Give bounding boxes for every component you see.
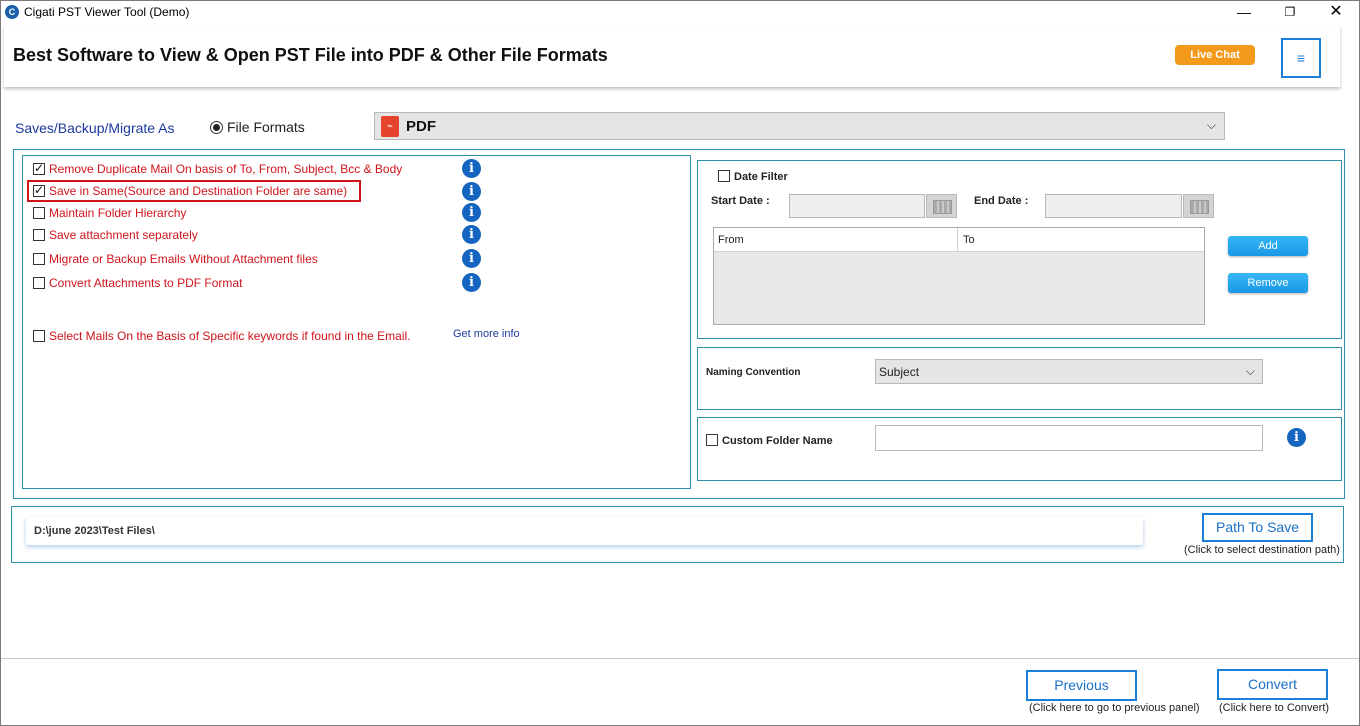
- info-icon[interactable]: i: [462, 273, 481, 292]
- header-banner: Best Software to View & Open PST File in…: [4, 25, 1340, 87]
- chevron-down-icon: ⌵: [1245, 364, 1255, 378]
- checkbox-without-attachment[interactable]: [33, 253, 45, 265]
- end-date-label: End Date :: [974, 195, 1029, 207]
- file-format-value: PDF: [406, 118, 436, 135]
- end-date-input[interactable]: [1045, 194, 1182, 218]
- option-label: Migrate or Backup Emails Without Attachm…: [49, 252, 318, 266]
- date-filter-toggle[interactable]: Date Filter: [718, 167, 788, 185]
- get-more-info-link[interactable]: Get more info: [453, 328, 520, 340]
- app-window: C Cigati PST Viewer Tool (Demo) — ❐ ✕ Be…: [0, 0, 1360, 726]
- calendar-icon[interactable]: [1183, 194, 1214, 218]
- info-icon[interactable]: i: [1287, 428, 1306, 447]
- start-date-label: Start Date :: [711, 195, 770, 207]
- menu-icon: ≡: [1296, 50, 1306, 66]
- add-button[interactable]: Add: [1228, 236, 1308, 256]
- path-to-save-button[interactable]: Path To Save: [1202, 513, 1313, 542]
- naming-convention-select[interactable]: Subject ⌵: [875, 359, 1263, 384]
- title-bar: C Cigati PST Viewer Tool (Demo) — ❐ ✕: [1, 1, 1359, 24]
- info-icon[interactable]: i: [462, 159, 481, 178]
- option-keywords[interactable]: Select Mails On the Basis of Specific ke…: [33, 329, 411, 343]
- highlight-box: [27, 180, 361, 202]
- pdf-file-icon: ⌁: [381, 116, 399, 137]
- hamburger-menu-button[interactable]: ≡: [1281, 38, 1321, 78]
- chevron-down-icon: ⌵: [1206, 118, 1216, 132]
- checkbox-maintain-hierarchy[interactable]: [33, 207, 45, 219]
- info-icon[interactable]: i: [462, 182, 481, 201]
- option-label: Remove Duplicate Mail On basis of To, Fr…: [49, 162, 403, 176]
- list-header: From To: [714, 228, 1204, 252]
- checkbox-save-attachment[interactable]: [33, 229, 45, 241]
- checkbox-keywords[interactable]: [33, 330, 45, 342]
- option-convert-attachments[interactable]: Convert Attachments to PDF Format: [33, 276, 242, 290]
- close-button[interactable]: ✕: [1313, 1, 1359, 24]
- option-label: Maintain Folder Hierarchy: [49, 206, 187, 220]
- destination-path-value: D:\june 2023\Test Files\: [34, 525, 155, 537]
- app-logo-icon: C: [5, 5, 19, 19]
- naming-convention-label: Naming Convention: [706, 367, 801, 378]
- convert-hint: (Click here to Convert): [1219, 702, 1330, 714]
- destination-path-field[interactable]: D:\june 2023\Test Files\: [26, 517, 1143, 545]
- checkbox-convert-attachments[interactable]: [33, 277, 45, 289]
- window-title: Cigati PST Viewer Tool (Demo): [24, 5, 190, 19]
- remove-button[interactable]: Remove: [1228, 273, 1308, 293]
- custom-folder-label: Custom Folder Name: [722, 435, 833, 447]
- previous-hint: (Click here to go to previous panel): [1029, 702, 1200, 714]
- checkbox-remove-duplicate[interactable]: [33, 161, 45, 175]
- checkbox-custom-folder[interactable]: [706, 434, 718, 446]
- file-formats-radio-label[interactable]: File Formats: [227, 119, 305, 135]
- option-without-attachment[interactable]: Migrate or Backup Emails Without Attachm…: [33, 252, 318, 266]
- start-date-input[interactable]: [789, 194, 925, 218]
- checkbox-date-filter[interactable]: [718, 170, 730, 182]
- maximize-button[interactable]: ❐: [1267, 1, 1313, 24]
- date-range-list[interactable]: From To: [713, 227, 1205, 325]
- option-label: Select Mails On the Basis of Specific ke…: [49, 329, 411, 343]
- info-icon[interactable]: i: [462, 203, 481, 222]
- option-label: Save attachment separately: [49, 228, 198, 242]
- date-filter-label: Date Filter: [734, 171, 788, 183]
- column-divider: [957, 228, 958, 252]
- option-save-attachment[interactable]: Save attachment separately: [33, 228, 198, 242]
- file-format-select[interactable]: ⌁ PDF ⌵: [374, 112, 1225, 140]
- option-maintain-hierarchy[interactable]: Maintain Folder Hierarchy: [33, 206, 186, 220]
- option-label: Convert Attachments to PDF Format: [49, 276, 243, 290]
- calendar-icon[interactable]: [926, 194, 957, 218]
- file-formats-radio[interactable]: [210, 121, 223, 134]
- previous-button[interactable]: Previous: [1026, 670, 1137, 701]
- path-hint: (Click to select destination path): [1184, 544, 1340, 556]
- minimize-button[interactable]: —: [1221, 1, 1267, 24]
- custom-folder-toggle[interactable]: Custom Folder Name: [706, 431, 833, 449]
- live-chat-button[interactable]: Live Chat: [1175, 45, 1255, 65]
- column-to: To: [963, 234, 975, 246]
- footer-divider: [1, 658, 1359, 659]
- naming-convention-value: Subject: [879, 365, 920, 379]
- option-remove-duplicate[interactable]: Remove Duplicate Mail On basis of To, Fr…: [33, 161, 403, 176]
- page-title: Best Software to View & Open PST File in…: [13, 45, 608, 65]
- info-icon[interactable]: i: [462, 249, 481, 268]
- column-from: From: [718, 234, 744, 246]
- info-icon[interactable]: i: [462, 225, 481, 244]
- convert-button[interactable]: Convert: [1217, 669, 1328, 700]
- saves-as-label: Saves/Backup/Migrate As: [15, 120, 175, 136]
- custom-folder-input[interactable]: [875, 425, 1263, 451]
